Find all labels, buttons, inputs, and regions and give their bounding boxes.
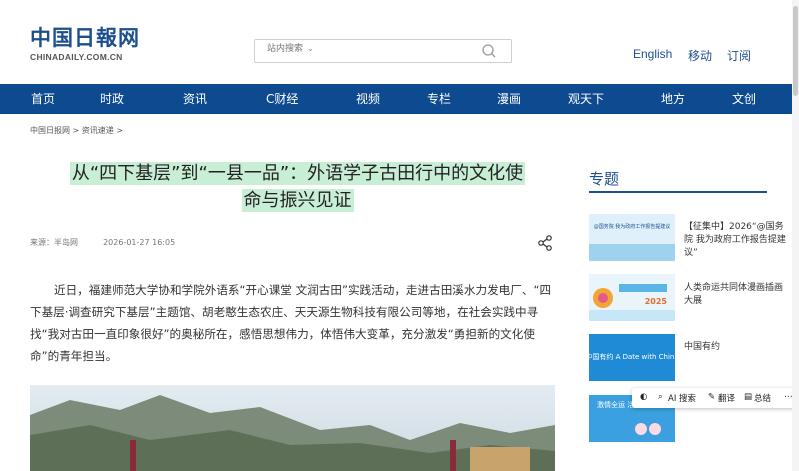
sidebar-title: 专题 [589, 170, 620, 188]
summary-button[interactable]: 总结 [754, 392, 771, 404]
translate-button[interactable]: 翻译 [718, 392, 735, 404]
article-title-line1: 从“四下基层”到“一县一品”：外语学子古田行中的文化使 [69, 162, 526, 185]
sidebar-item-2[interactable]: 人类命运共同体漫画插画大展 [684, 282, 789, 308]
site-logo[interactable]: 中国日報网 CHINADAILY.COM.CN [30, 25, 140, 63]
nav-item-home[interactable]: 首页 [31, 84, 55, 114]
link-subscribe[interactable]: 订阅 [727, 47, 751, 64]
ai-search-icon[interactable]: ⌕ [658, 392, 663, 402]
sidebar-thumb-1[interactable]: @国务院 我为政府工作报告提建议 [589, 214, 675, 261]
nav-item-news[interactable]: 资讯 [183, 84, 207, 114]
nav-item-video[interactable]: 视频 [356, 84, 380, 114]
share-icon[interactable] [537, 235, 553, 251]
site-header: 中国日報网 CHINADAILY.COM.CN ⌄ English 移动 订阅 [0, 0, 799, 84]
article-photo [30, 385, 555, 471]
assistant-icon[interactable]: ◐ [640, 392, 647, 402]
floating-ai-toolbar: ◐ ⌕ AI 搜索 ✎ 翻译 ▤ 总结 ⋯ [632, 388, 799, 408]
article-body: 近日，福建师范大学协和学院外语系“开心课堂 文润古田”实践活动，走进古田溪水力发… [30, 283, 552, 363]
thumb-caption-3: 中国有约 A Date with China [589, 352, 675, 361]
breadcrumb[interactable]: 中国日报网 > 资讯速递 > [30, 125, 123, 136]
nav-item-comics[interactable]: 漫画 [497, 84, 521, 114]
search-icon[interactable] [481, 43, 497, 59]
nav-item-local[interactable]: 地方 [661, 84, 685, 114]
chevron-down-icon[interactable]: ⌄ [307, 44, 314, 53]
sidebar-divider [589, 191, 767, 193]
main-nav: 首页 时政 资讯 C财经 视频 专栏 漫画 观天下 地方 文创 [0, 84, 799, 114]
article-source: 来源：半岛网 [30, 238, 78, 247]
thumb-caption-2: 2025 [645, 297, 668, 306]
sidebar-item-1[interactable]: 【征集中】2026“@国务院 我为政府工作报告提建议” [684, 221, 789, 260]
search-box[interactable]: ⌄ [254, 39, 512, 63]
summary-icon[interactable]: ▤ [744, 392, 752, 402]
scrollbar-thumb[interactable] [793, 6, 798, 96]
link-mobile[interactable]: 移动 [688, 47, 712, 64]
nav-item-politics[interactable]: 时政 [100, 84, 124, 114]
sidebar-thumb-3[interactable]: 中国有约 A Date with China [589, 334, 675, 381]
nav-item-world[interactable]: 观天下 [568, 84, 604, 114]
translate-icon[interactable]: ✎ [708, 392, 715, 402]
nav-item-culture[interactable]: 文创 [732, 84, 756, 114]
link-english[interactable]: English [633, 47, 672, 61]
article-title: 从“四下基层”到“一县一品”：外语学子古田行中的文化使 命与振兴见证 [40, 160, 555, 214]
article-meta: 来源：半岛网 2026-01-27 16:05 [30, 237, 175, 248]
article-time: 2026-01-27 16:05 [103, 238, 176, 247]
sidebar-item-3[interactable]: 中国有约 [684, 341, 789, 354]
article-title-line2: 命与振兴见证 [241, 189, 354, 212]
logo-chinese: 中国日報网 [30, 25, 140, 50]
nav-item-columns[interactable]: 专栏 [427, 84, 451, 114]
ai-search-button[interactable]: AI 搜索 [668, 392, 696, 404]
sidebar-thumb-2[interactable]: 2025 [589, 274, 675, 321]
thumb-caption-1: @国务院 我为政府工作报告提建议 [594, 223, 671, 230]
nav-item-finance[interactable]: C财经 [266, 84, 298, 114]
logo-english: CHINADAILY.COM.CN [30, 52, 123, 62]
